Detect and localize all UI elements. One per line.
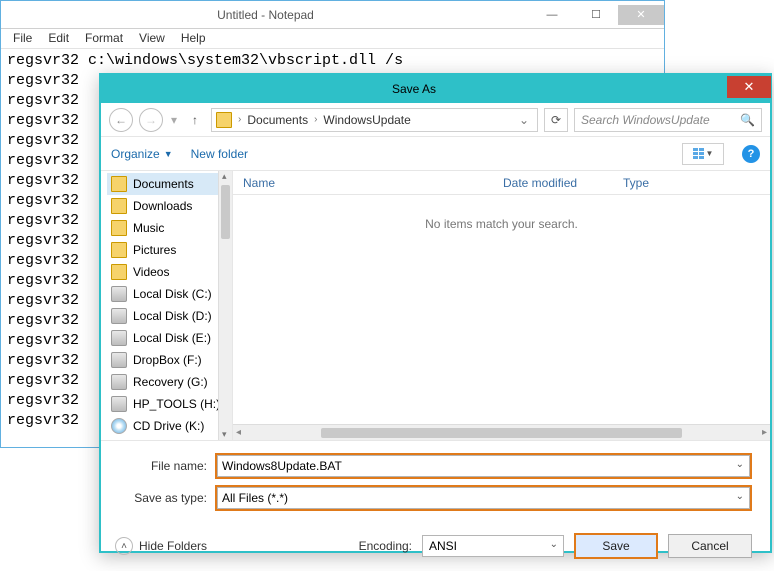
nav-up-button[interactable]: ↑ xyxy=(185,110,205,130)
saveas-title: Save As xyxy=(101,82,727,96)
tree-item-label: Documents xyxy=(133,177,194,191)
notepad-title: Untitled - Notepad xyxy=(1,8,530,22)
filename-label: File name: xyxy=(131,459,215,473)
empty-message: No items match your search. xyxy=(233,195,770,424)
encoding-select[interactable]: ANSI xyxy=(422,535,564,557)
menu-format[interactable]: Format xyxy=(79,31,129,46)
disk-icon xyxy=(111,308,127,324)
organize-button[interactable]: Organize ▼ xyxy=(111,147,173,161)
breadcrumb[interactable]: › Documents › WindowsUpdate ⌄ xyxy=(211,108,538,132)
tree-item-label: Local Disk (D:) xyxy=(133,309,212,323)
cd-icon xyxy=(111,418,127,434)
breadcrumb-item-documents[interactable]: Documents xyxy=(247,113,308,127)
help-button[interactable]: ? xyxy=(742,145,760,163)
disk-icon xyxy=(111,352,127,368)
tree-item-local-disk-c-[interactable]: Local Disk (C:) xyxy=(107,283,232,305)
saveas-navbar: ← → ▾ ↑ › Documents › WindowsUpdate ⌄ ⟳ … xyxy=(101,103,770,137)
file-list[interactable]: Name Date modified Type No items match y… xyxy=(233,171,770,440)
chevron-down-icon: ▼ xyxy=(164,149,173,159)
tree-item-recovery-g-[interactable]: Recovery (G:) xyxy=(107,371,232,393)
tree-item-documents[interactable]: Documents xyxy=(107,173,232,195)
chevron-right-icon[interactable]: › xyxy=(234,114,245,125)
chevron-right-icon[interactable]: › xyxy=(310,114,321,125)
search-input[interactable]: Search WindowsUpdate 🔍 xyxy=(574,108,762,132)
saveas-toolbar: Organize ▼ New folder ▼ ? xyxy=(101,137,770,171)
menu-help[interactable]: Help xyxy=(175,31,212,46)
tree-item-label: Recovery (G:) xyxy=(133,375,208,389)
chevron-up-icon: ˄ xyxy=(115,537,133,555)
tree-item-videos[interactable]: Videos xyxy=(107,261,232,283)
refresh-button[interactable]: ⟳ xyxy=(544,108,568,132)
savetype-label: Save as type: xyxy=(131,491,215,505)
folder-icon xyxy=(111,198,127,214)
tree-item-pictures[interactable]: Pictures xyxy=(107,239,232,261)
menu-edit[interactable]: Edit xyxy=(42,31,75,46)
tree-item-music[interactable]: Music xyxy=(107,217,232,239)
tree-item-dropbox-f-[interactable]: DropBox (F:) xyxy=(107,349,232,371)
folder-icon xyxy=(111,242,127,258)
saveas-titlebar[interactable]: Save As ✕ xyxy=(101,75,770,103)
minimize-button[interactable]: — xyxy=(530,5,574,25)
nav-recent-dropdown[interactable]: ▾ xyxy=(169,113,179,127)
hide-folders-button[interactable]: ˄ Hide Folders xyxy=(115,537,207,555)
menu-view[interactable]: View xyxy=(133,31,171,46)
view-options-button[interactable]: ▼ xyxy=(682,143,724,165)
breadcrumb-item-windowsupdate[interactable]: WindowsUpdate xyxy=(323,113,410,127)
disk-icon xyxy=(111,374,127,390)
chevron-down-icon: ▼ xyxy=(706,149,714,158)
cancel-button[interactable]: Cancel xyxy=(668,534,752,558)
tree-item-label: Local Disk (C:) xyxy=(133,287,212,301)
tree-item-label: CD Drive (K:) xyxy=(133,419,204,433)
tree-item-local-disk-e-[interactable]: Local Disk (E:) xyxy=(107,327,232,349)
tree-item-cd-drive-k-[interactable]: CD Drive (K:) xyxy=(107,415,232,437)
breadcrumb-dropdown[interactable]: ⌄ xyxy=(519,113,529,127)
saveas-close-button[interactable]: ✕ xyxy=(727,76,771,98)
menu-file[interactable]: File xyxy=(7,31,38,46)
tree-item-downloads[interactable]: Downloads xyxy=(107,195,232,217)
tree-item-label: Downloads xyxy=(133,199,192,213)
save-as-dialog: Save As ✕ ← → ▾ ↑ › Documents › WindowsU… xyxy=(99,73,772,553)
disk-icon xyxy=(111,330,127,346)
h-scrollbar[interactable]: ◂▸ xyxy=(233,424,770,440)
save-button[interactable]: Save xyxy=(574,533,658,559)
tree-item-label: Local Disk (E:) xyxy=(133,331,211,345)
scrollbar-thumb[interactable] xyxy=(321,428,682,438)
close-button[interactable]: ✕ xyxy=(618,5,664,25)
search-placeholder: Search WindowsUpdate xyxy=(581,113,710,127)
tree-item-label: DropBox (F:) xyxy=(133,353,202,367)
nav-back-button[interactable]: ← xyxy=(109,108,133,132)
tree-item-label: Pictures xyxy=(133,243,176,257)
savetype-select[interactable]: All Files (*.*) xyxy=(217,487,750,509)
folder-tree[interactable]: Documents Downloads Music Pictures Videos Loc… xyxy=(101,171,233,440)
search-icon: 🔍 xyxy=(740,113,755,127)
notepad-menubar: File Edit Format View Help xyxy=(1,29,664,49)
disk-icon xyxy=(111,396,127,412)
nav-forward-button[interactable]: → xyxy=(139,108,163,132)
folder-icon xyxy=(111,220,127,236)
tree-scrollbar[interactable] xyxy=(218,171,232,440)
tree-item-label: HP_TOOLS (H:) xyxy=(133,397,220,411)
folder-icon xyxy=(111,264,127,280)
scrollbar-thumb[interactable] xyxy=(221,185,230,239)
column-type[interactable]: Type xyxy=(623,176,770,190)
tree-item-label: Videos xyxy=(133,265,169,279)
column-date[interactable]: Date modified xyxy=(503,176,623,190)
disk-icon xyxy=(111,286,127,302)
column-name[interactable]: Name xyxy=(243,176,503,190)
filename-input[interactable] xyxy=(217,455,750,477)
folder-icon xyxy=(216,112,232,128)
tree-item-hp-tools-h-[interactable]: HP_TOOLS (H:) xyxy=(107,393,232,415)
folder-icon xyxy=(111,176,127,192)
list-header: Name Date modified Type xyxy=(233,171,770,195)
hide-folders-label: Hide Folders xyxy=(139,539,207,553)
maximize-button[interactable]: ☐ xyxy=(574,5,618,25)
new-folder-button[interactable]: New folder xyxy=(191,147,248,161)
notepad-titlebar[interactable]: Untitled - Notepad — ☐ ✕ xyxy=(1,1,664,29)
tree-item-label: Music xyxy=(133,221,164,235)
encoding-label: Encoding: xyxy=(359,539,412,553)
view-grid-icon xyxy=(693,148,704,159)
tree-item-local-disk-d-[interactable]: Local Disk (D:) xyxy=(107,305,232,327)
